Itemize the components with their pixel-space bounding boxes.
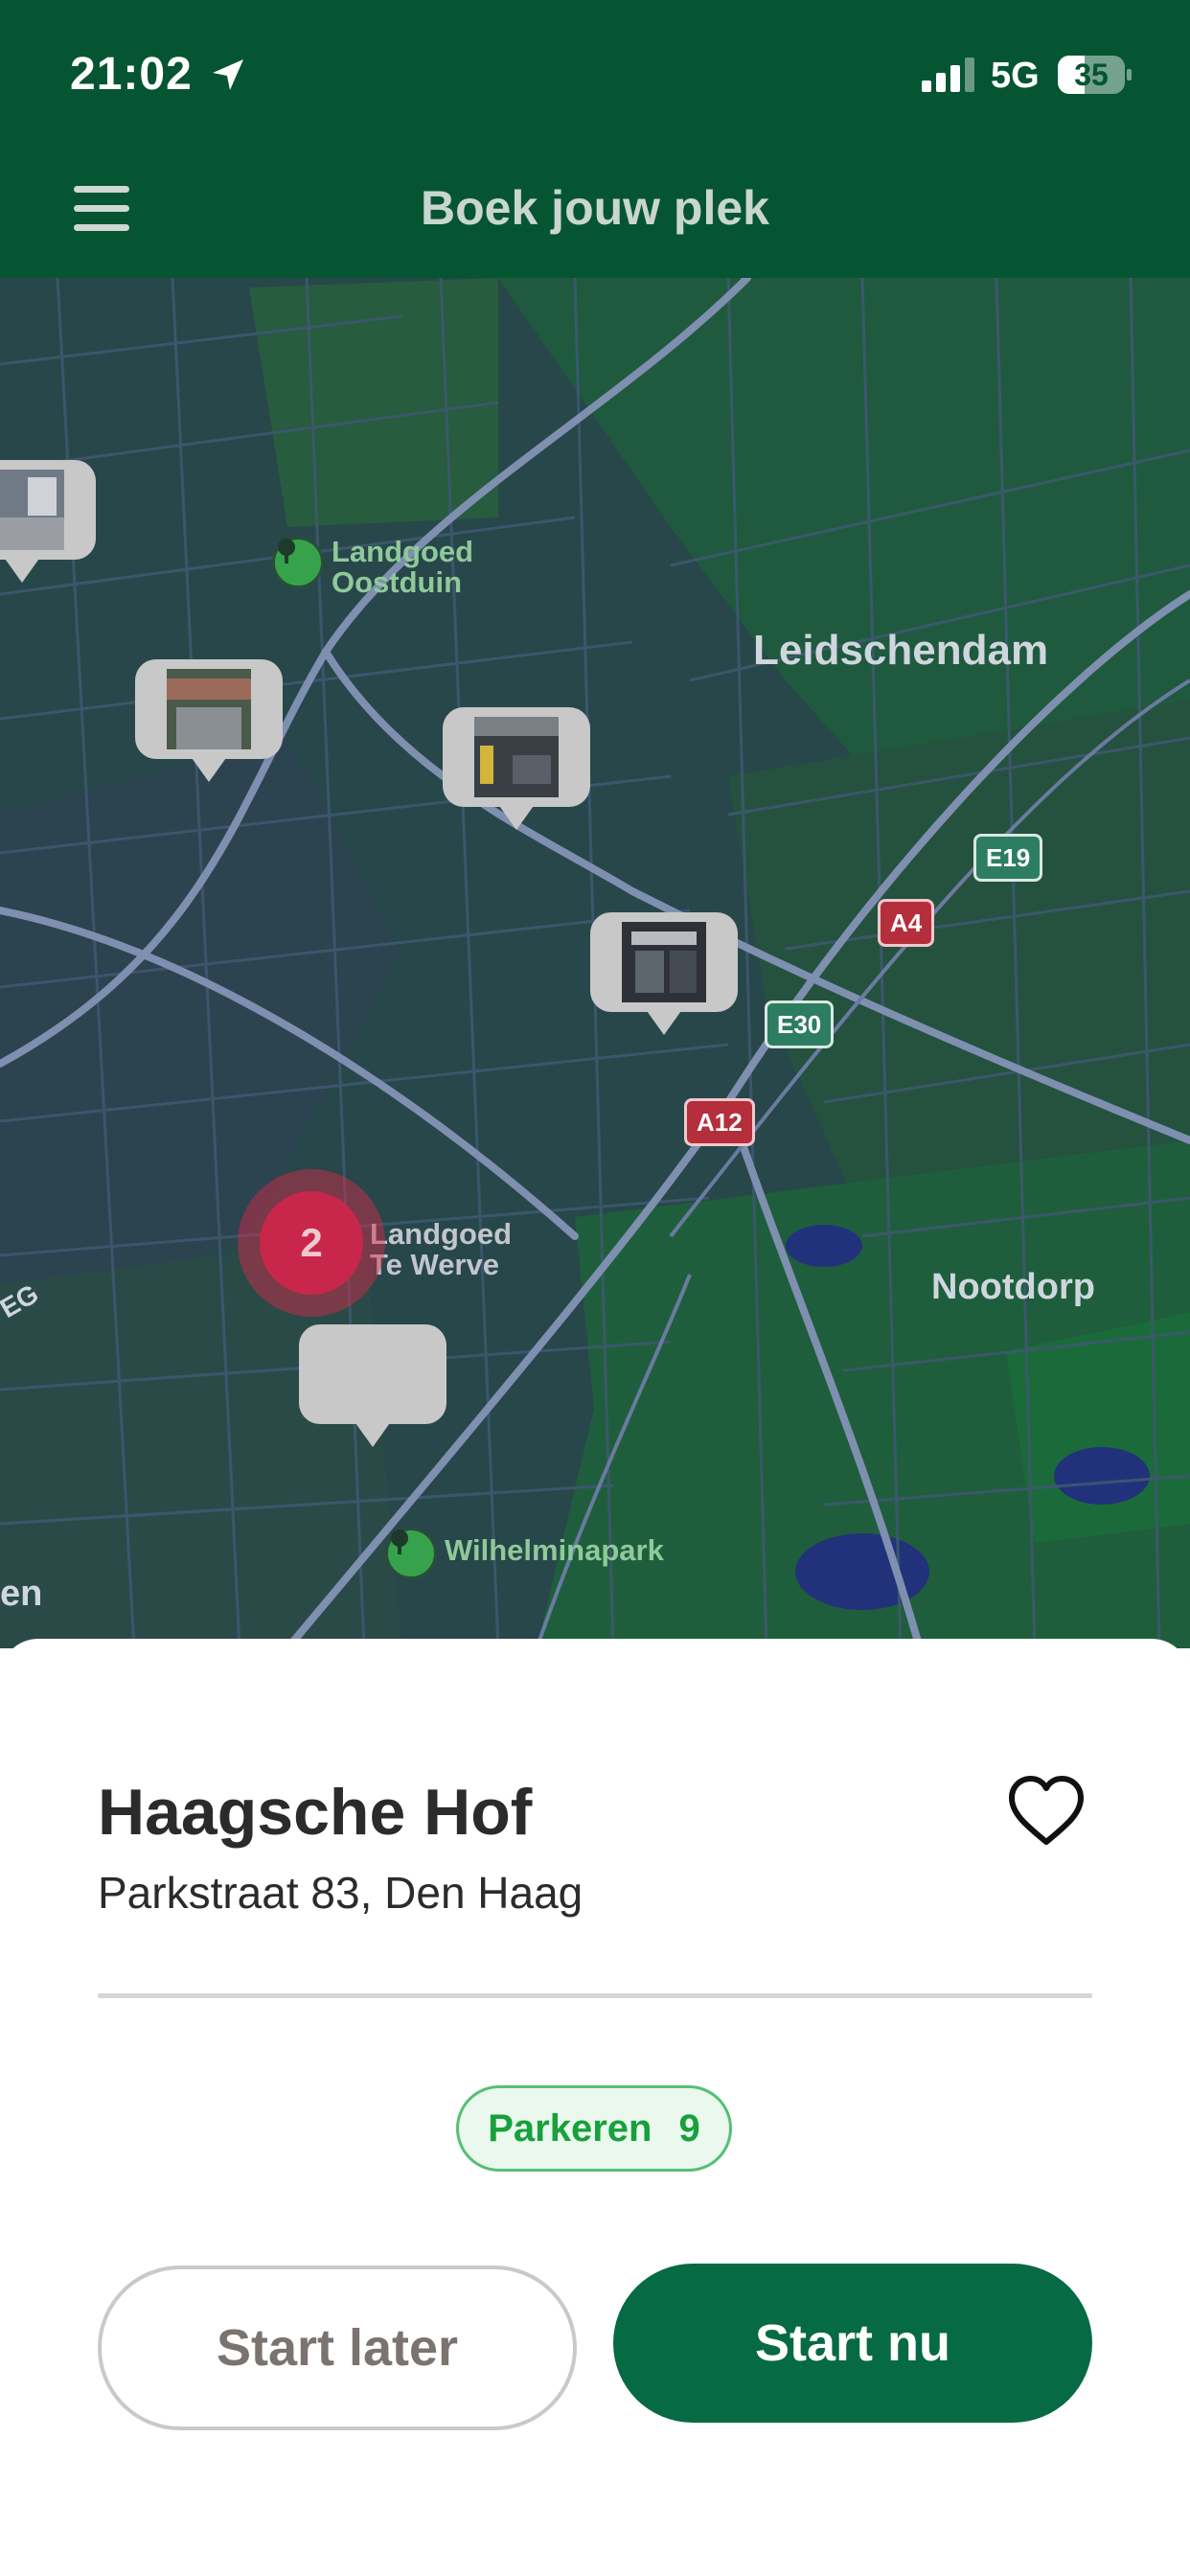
network-type: 5G: [991, 56, 1040, 96]
place-name: Haagsche Hof: [98, 1776, 533, 1849]
chip-count: 9: [678, 2106, 700, 2150]
parking-photo: [167, 669, 251, 749]
poi-landgoed-oostduin[interactable]: Landgoed Oostduin: [272, 537, 473, 598]
battery-level: 35: [1074, 58, 1109, 92]
divider: [98, 1993, 1092, 1998]
map-view[interactable]: Leidschendam Nootdorp EG en Landgoed Oos…: [0, 278, 1190, 1648]
poi-name: Oostduin: [332, 565, 463, 599]
poi-name: Te Werve: [370, 1248, 499, 1281]
city-label-leidschendam: Leidschendam: [753, 627, 1049, 674]
road-sign-e30: E30: [765, 1000, 835, 1048]
road-sign-a4: A4: [878, 899, 935, 947]
parking-photo: [622, 922, 706, 1002]
park-tree-icon: [272, 537, 324, 588]
place-address: Parkstraat 83, Den Haag: [98, 1868, 584, 1918]
chip-label: Parkeren: [488, 2106, 652, 2150]
location-arrow-icon: [213, 59, 243, 90]
heart-icon[interactable]: [1006, 1773, 1087, 1848]
poi-name: Landgoed: [332, 535, 474, 568]
city-label-nootdorp: Nootdorp: [931, 1267, 1095, 1307]
start-now-button[interactable]: Start nu: [613, 2264, 1092, 2423]
cluster-count: 2: [260, 1191, 363, 1295]
signal-icon: [922, 58, 974, 92]
start-later-button[interactable]: Start later: [98, 2266, 577, 2430]
parking-photo: [0, 470, 64, 550]
poi-wilhelminapark[interactable]: Wilhelminapark: [385, 1528, 664, 1579]
battery-icon: 35: [1058, 56, 1132, 94]
app-header: 21:02 5G 35 Boek jouw plek: [0, 0, 1190, 278]
road-sign-a12: A12: [684, 1098, 755, 1146]
parking-availability-chip: Parkeren 9: [456, 2085, 732, 2172]
poi-name: Wilhelminapark: [445, 1533, 664, 1567]
status-time: 21:02: [70, 49, 193, 100]
poi-name: Landgoed: [370, 1217, 513, 1251]
park-tree-icon: [385, 1528, 437, 1579]
map-edge-label: en: [0, 1574, 43, 1614]
parking-photo: [474, 717, 559, 797]
road-sign-e19: E19: [973, 834, 1043, 882]
page-title: Boek jouw plek: [421, 181, 769, 235]
location-sheet: Haagsche Hof Parkstraat 83, Den Haag Par…: [0, 1639, 1190, 2576]
pin-cluster[interactable]: 2: [238, 1169, 385, 1317]
